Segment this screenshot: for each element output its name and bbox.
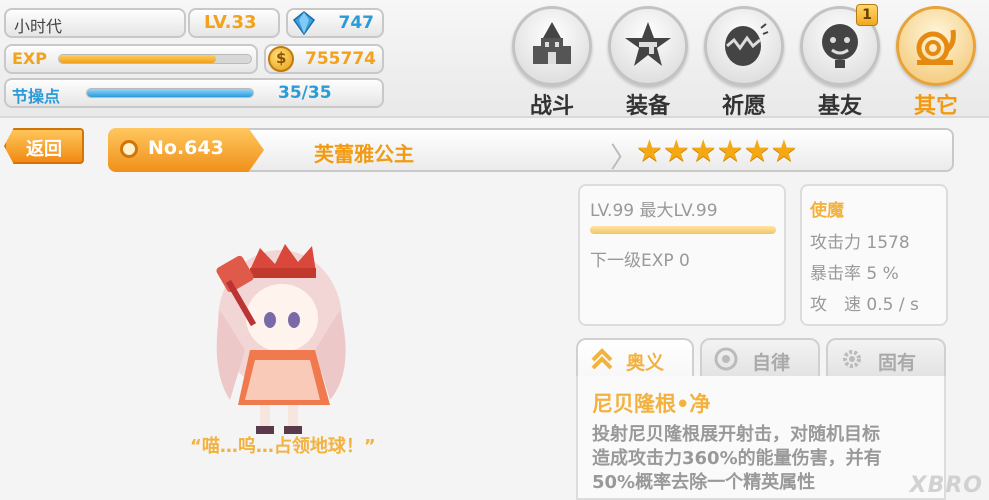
- snail-icon: [916, 29, 956, 65]
- stamina-bar: [86, 88, 254, 98]
- chibi-character-icon: [216, 244, 346, 434]
- friend-face-icon: [822, 24, 858, 68]
- stamina-label: 节操点: [12, 87, 61, 106]
- player-name-panel: 小时代: [4, 8, 186, 38]
- level-text: LV.99 最大LV.99: [590, 201, 718, 221]
- nav-pray-button[interactable]: 祈愿: [702, 6, 786, 119]
- skill-description-line: 投射尼贝隆根展开射击，对随机目标: [592, 424, 880, 445]
- tab-skill[interactable]: 奥义: [576, 338, 694, 378]
- skill-name: 尼贝隆根•净: [592, 392, 711, 416]
- skill-description-line: 50%概率去除一个精英属性: [592, 472, 816, 493]
- gem-count: 747: [338, 13, 375, 33]
- coin-count: 755774: [305, 49, 376, 69]
- crit-stat: 暴击率 5 %: [810, 264, 899, 284]
- circle-icon: [120, 140, 138, 158]
- chevron-right-icon: 〉: [610, 141, 639, 174]
- cracked-egg-icon: [725, 23, 769, 66]
- nav-battle-label: 战斗: [529, 94, 574, 119]
- double-chevron-up-icon: [591, 348, 613, 370]
- gem-panel[interactable]: 747: [286, 8, 384, 38]
- level-card: LV.99 最大LV.99 下一级EXP 0: [578, 184, 786, 326]
- target-icon: [714, 347, 738, 371]
- tab-passive[interactable]: 固有: [826, 338, 946, 378]
- exp-bar: [58, 54, 252, 64]
- stamina-panel: 节操点 35/35: [4, 78, 384, 108]
- nav-equip-label: 装备: [625, 94, 670, 119]
- gear-icon: [843, 350, 861, 368]
- skill-panel: 尼贝隆根•净 投射尼贝隆根展开射击，对随机目标 造成攻击力360%的能量伤害，并…: [576, 376, 946, 500]
- attack-stat: 攻击力 1578: [810, 233, 910, 253]
- nav-equip-button[interactable]: 装备: [606, 6, 690, 119]
- back-button-label: 返回: [26, 139, 62, 160]
- stats-card: 使魔 攻击力 1578 暴击率 5 % 攻 速 0.5 / s: [800, 184, 948, 326]
- character-quote: “喵…呜…占领地球！”: [190, 436, 376, 457]
- top-header: 小时代 LV.33 747 EXP 755774 节操点 35/35: [0, 0, 989, 119]
- next-exp-text: 下一级EXP 0: [590, 251, 690, 271]
- tab-skill-label: 奥义: [626, 352, 665, 374]
- character-number-tag: No.643: [108, 128, 264, 172]
- coin-icon: [268, 46, 294, 72]
- rarity-stars: ★★★★★★: [636, 134, 798, 169]
- tab-auto[interactable]: 自律: [700, 338, 820, 378]
- exp-bar-fill: [59, 55, 217, 63]
- skill-description-line: 造成攻击力360%的能量伤害，并有: [592, 448, 882, 469]
- player-level: LV.33: [204, 12, 257, 33]
- nav-other-label: 其它: [913, 94, 958, 119]
- player-name: 小时代: [14, 17, 63, 36]
- nav-other-button[interactable]: 其它: [894, 6, 978, 119]
- star-gun-icon: [625, 22, 671, 66]
- character-number: No.643: [148, 137, 224, 159]
- exp-label: EXP: [12, 49, 47, 68]
- nav-friends-label: 基友: [817, 94, 862, 119]
- coin-panel[interactable]: 755774: [264, 44, 384, 74]
- diamond-icon: [292, 11, 316, 35]
- tab-passive-label: 固有: [878, 352, 917, 374]
- notification-badge: 1: [856, 4, 878, 26]
- tab-auto-label: 自律: [752, 352, 791, 374]
- speed-stat: 攻 速 0.5 / s: [810, 295, 919, 315]
- player-level-panel: LV.33: [188, 8, 280, 38]
- level-bar: [590, 226, 776, 234]
- nav-friends-button[interactable]: 1 基友: [798, 4, 882, 119]
- castle-icon: [533, 22, 571, 64]
- character-title-bar: No.643 芙蕾雅公主 〉 ★★★★★★: [108, 128, 954, 174]
- nav-battle-button[interactable]: 战斗: [510, 6, 594, 119]
- watermark: XBRO: [909, 473, 983, 498]
- stamina-value: 35/35: [278, 83, 332, 103]
- stamina-bar-fill: [87, 89, 253, 97]
- exp-panel: EXP: [4, 44, 258, 74]
- back-button[interactable]: 返回: [4, 128, 84, 164]
- character-class: 使魔: [810, 201, 844, 221]
- character-name: 芙蕾雅公主: [314, 142, 414, 166]
- nav-pray-label: 祈愿: [721, 94, 766, 119]
